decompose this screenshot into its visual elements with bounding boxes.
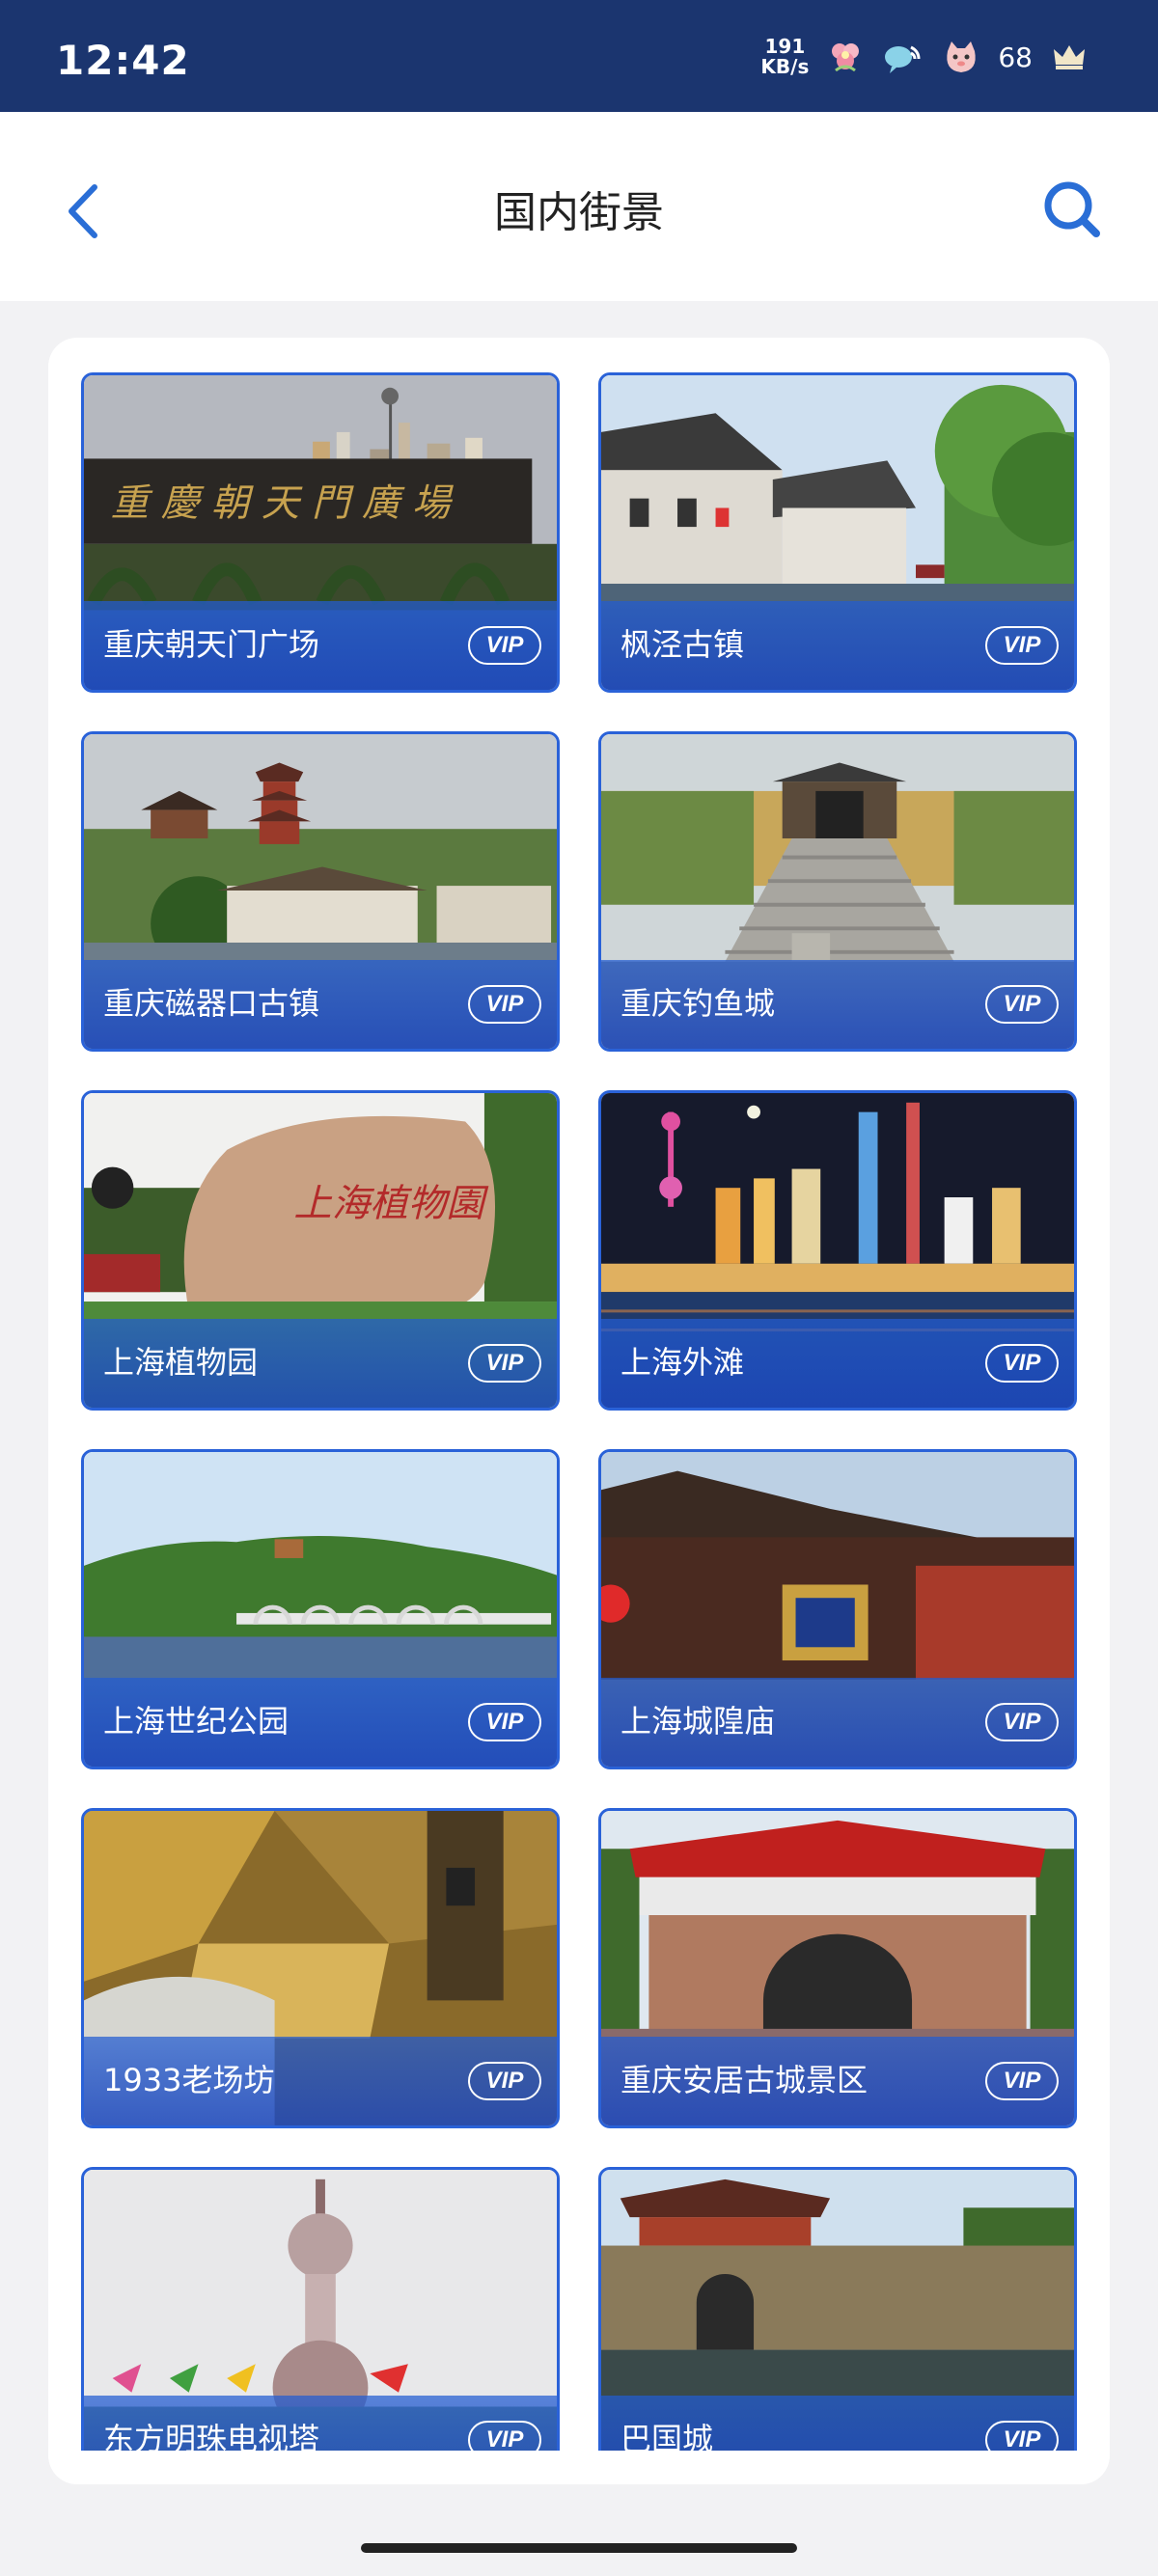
vip-badge: VIP xyxy=(985,1344,1059,1383)
svg-text:上海植物園: 上海植物園 xyxy=(293,1182,488,1226)
scenic-card[interactable]: 巴国城 VIP xyxy=(598,2167,1077,2451)
scenic-card[interactable]: 重庆钓鱼城 VIP xyxy=(598,731,1077,1052)
network-speed: 191 KB/s xyxy=(760,37,809,77)
card-title: 枫泾古镇 xyxy=(620,626,745,663)
page-title: 国内街景 xyxy=(494,188,664,237)
network-speed-value: 191 xyxy=(764,35,806,58)
vip-badge: VIP xyxy=(985,626,1059,665)
card-title: 上海植物园 xyxy=(103,1344,259,1381)
vip-badge: VIP xyxy=(985,985,1059,1024)
network-speed-unit: KB/s xyxy=(760,55,810,78)
home-indicator[interactable] xyxy=(361,2543,797,2553)
card-title: 东方明珠电视塔 xyxy=(103,2421,320,2451)
vip-badge: VIP xyxy=(468,1703,541,1741)
scenic-card[interactable]: 上海世纪公园 VIP xyxy=(81,1449,560,1769)
card-title: 上海世纪公园 xyxy=(103,1703,290,1740)
vip-badge: VIP xyxy=(985,1703,1059,1741)
vip-badge: VIP xyxy=(985,2062,1059,2100)
vip-badge: VIP xyxy=(468,626,541,665)
battery-level: 68 xyxy=(998,41,1033,73)
scenic-card[interactable]: 上海城隍庙 VIP xyxy=(598,1449,1077,1769)
card-title: 重庆安居古城景区 xyxy=(620,2062,868,2098)
scenic-card[interactable]: 1933老场坊 VIP xyxy=(81,1808,560,2128)
card-title: 巴国城 xyxy=(620,2421,714,2451)
scenic-card[interactable]: 东方明珠电视塔 VIP xyxy=(81,2167,560,2451)
status-time: 12:42 xyxy=(56,37,190,84)
vip-badge: VIP xyxy=(468,2062,541,2100)
scenic-card[interactable]: 上海外滩 VIP xyxy=(598,1090,1077,1411)
vip-badge: VIP xyxy=(985,2421,1059,2451)
card-title: 重庆磁器口古镇 xyxy=(103,985,320,1022)
flower-notification-icon xyxy=(832,43,860,72)
scenic-card[interactable]: 重庆磁器口古镇 VIP xyxy=(81,731,560,1052)
scenic-card[interactable]: 枫泾古镇 VIP xyxy=(598,372,1077,693)
app-header: 国内街景 xyxy=(0,112,1158,301)
vip-badge: VIP xyxy=(468,985,541,1024)
card-title: 重庆钓鱼城 xyxy=(620,985,776,1022)
card-title: 上海城隍庙 xyxy=(620,1703,776,1740)
content-panel: 重 慶 朝 天 門 廣 場 重庆朝天门广场 VIP 枫泾古镇 VIP 重庆磁器口… xyxy=(48,338,1110,2484)
scenic-card[interactable]: 重 慶 朝 天 門 廣 場 重庆朝天门广场 VIP xyxy=(81,372,560,693)
vip-badge: VIP xyxy=(468,1344,541,1383)
card-title: 1933老场坊 xyxy=(103,2062,275,2098)
crown-icon xyxy=(1054,45,1085,69)
status-icons: 191 KB/s 68 xyxy=(760,33,1090,81)
card-title: 上海外滩 xyxy=(620,1344,745,1381)
vip-badge: VIP xyxy=(468,2421,541,2451)
chat-wifi-icon xyxy=(885,45,921,73)
search-icon[interactable] xyxy=(1038,176,1108,245)
svg-text:重 慶 朝 天 門 廣 場: 重 慶 朝 天 門 廣 場 xyxy=(111,480,454,525)
card-title: 重庆朝天门广场 xyxy=(103,626,320,663)
scenic-card[interactable]: 上海植物園 上海植物园 VIP xyxy=(81,1090,560,1411)
cat-app-icon xyxy=(947,41,977,72)
status-bar: 12:42 191 KB/s 68 xyxy=(0,0,1158,112)
scenic-grid: 重 慶 朝 天 門 廣 場 重庆朝天门广场 VIP 枫泾古镇 VIP 重庆磁器口… xyxy=(81,372,1077,2451)
scenic-card[interactable]: 重庆安居古城景区 VIP xyxy=(598,1808,1077,2128)
